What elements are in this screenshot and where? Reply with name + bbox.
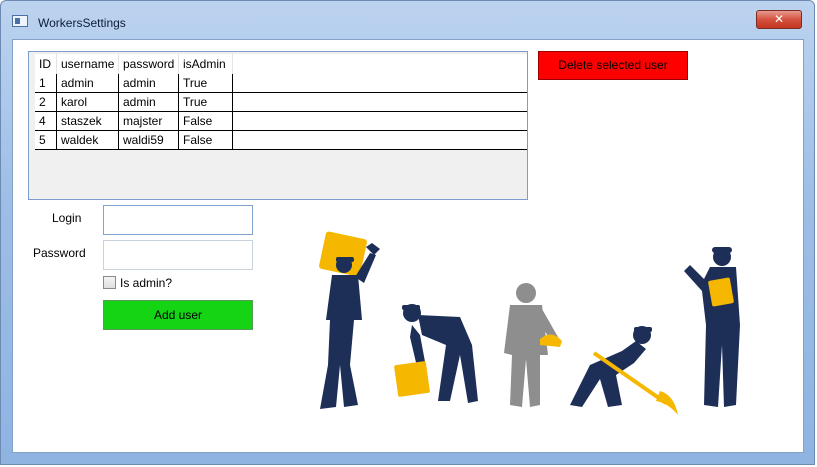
cell-filler xyxy=(233,74,527,93)
column-header-username[interactable]: username xyxy=(57,54,119,74)
cell-isadmin[interactable]: True xyxy=(179,93,233,112)
worker-lifting-box-figure xyxy=(394,304,478,403)
users-datagrid[interactable]: ID username password isAdmin 1 admin adm… xyxy=(28,51,528,200)
cell-password[interactable]: admin xyxy=(119,74,179,93)
cell-password[interactable]: majster xyxy=(119,112,179,131)
cell-id[interactable]: 2 xyxy=(35,93,57,112)
cell-isadmin[interactable]: False xyxy=(179,131,233,150)
login-label: Login xyxy=(52,211,82,225)
cell-username[interactable]: waldek xyxy=(57,131,119,150)
app-window: WorkersSettings ✕ ID username password i… xyxy=(0,0,815,465)
password-label: Password xyxy=(33,246,86,260)
cell-username[interactable]: staszek xyxy=(57,112,119,131)
table-row[interactable]: 1 admin admin True xyxy=(35,74,527,93)
worker-with-pickaxe-figure xyxy=(570,326,678,415)
worker-carrying-box-figure xyxy=(319,231,380,409)
window-content: ID username password isAdmin 1 admin adm… xyxy=(12,39,804,453)
workers-illustration xyxy=(319,231,740,415)
column-header-filler xyxy=(233,54,527,73)
column-header-id[interactable]: ID xyxy=(35,54,57,74)
cell-username[interactable]: karol xyxy=(57,93,119,112)
login-input[interactable] xyxy=(103,205,253,235)
is-admin-checkbox[interactable] xyxy=(103,276,116,289)
window-icon xyxy=(12,15,28,27)
worker-holding-helmet-figure xyxy=(504,283,562,407)
datagrid-header: ID username password isAdmin xyxy=(35,54,527,74)
add-user-button[interactable]: Add user xyxy=(103,300,253,330)
window-title: WorkersSettings xyxy=(38,16,126,30)
table-row[interactable]: 5 waldek waldi59 False xyxy=(35,131,527,150)
delete-selected-user-button[interactable]: Delete selected user xyxy=(538,51,688,80)
cell-id[interactable]: 1 xyxy=(35,74,57,93)
close-button[interactable]: ✕ xyxy=(756,10,802,29)
column-header-password[interactable]: password xyxy=(119,54,179,74)
table-row[interactable]: 4 staszek majster False xyxy=(35,112,527,131)
column-header-isadmin[interactable]: isAdmin xyxy=(179,54,233,74)
cell-isadmin[interactable]: False xyxy=(179,112,233,131)
is-admin-label[interactable]: Is admin? xyxy=(120,276,172,290)
password-input[interactable] xyxy=(103,240,253,270)
cell-filler xyxy=(233,93,527,112)
cell-username[interactable]: admin xyxy=(57,74,119,93)
title-bar[interactable]: WorkersSettings ✕ xyxy=(1,1,814,37)
cell-isadmin[interactable]: True xyxy=(179,74,233,93)
worker-with-clipboard-figure xyxy=(684,247,740,407)
cell-filler xyxy=(233,112,527,131)
cell-id[interactable]: 4 xyxy=(35,112,57,131)
cell-password[interactable]: admin xyxy=(119,93,179,112)
cell-password[interactable]: waldi59 xyxy=(119,131,179,150)
cell-id[interactable]: 5 xyxy=(35,131,57,150)
cell-filler xyxy=(233,131,527,150)
table-row[interactable]: 2 karol admin True xyxy=(35,93,527,112)
